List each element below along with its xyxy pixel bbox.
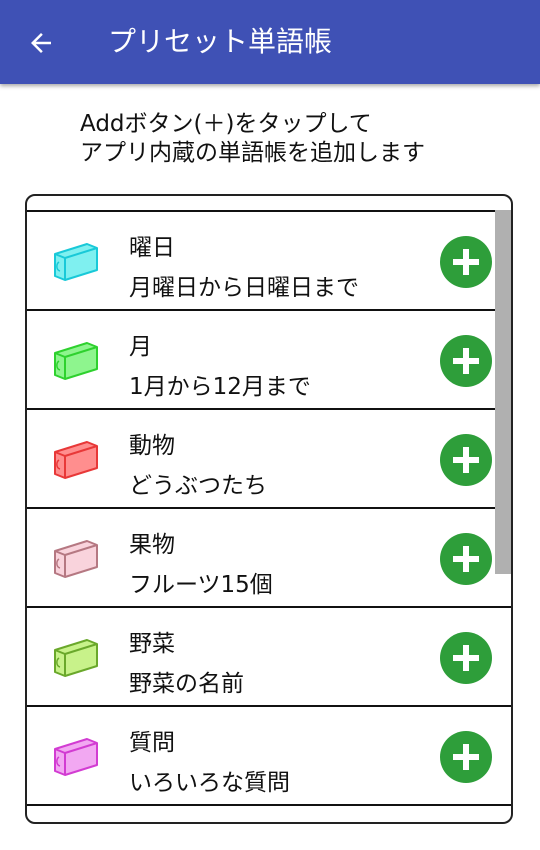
lime-book-icon [51,636,101,680]
list-item: 月 1月から12月まで [27,309,511,408]
plus-icon [453,447,479,473]
book-subtitle: 1月から12月まで [129,374,311,400]
book-title: 月 [129,334,152,360]
add-button[interactable] [440,236,492,288]
book-subtitle: 野菜の名前 [129,671,244,697]
book-subtitle: どうぶつたち [129,473,267,499]
list-item: 質問 いろいろな質問 [27,705,511,806]
add-button[interactable] [440,434,492,486]
plus-icon [453,744,479,770]
plus-icon [453,546,479,572]
back-button[interactable] [18,20,64,66]
book-title: 動物 [129,433,175,459]
red-book-icon [51,438,101,482]
arrow-left-icon [31,33,51,53]
list-item: 野菜 野菜の名前 [27,606,511,705]
book-subtitle: いろいろな質問 [129,770,290,796]
cyan-book-icon [51,240,101,284]
instructions-line-2: アプリ内蔵の単語帳を追加します [80,140,425,166]
add-button[interactable] [440,731,492,783]
book-title: 野菜 [129,631,175,657]
magenta-book-icon [51,735,101,779]
app-bar: プリセット単語帳 [0,0,540,84]
pink-book-icon [51,537,101,581]
book-title: 曜日 [129,235,175,261]
instructions-line-1: Addボタン(＋)をタップして [80,111,372,137]
scrollbar[interactable] [495,210,511,574]
list-item: 曜日月曜日から日曜日まで [27,210,511,309]
preset-list-items: 曜日月曜日から日曜日まで月 1月から12月まで 動物どうぶつたち 果物フルーツ15個野… [27,210,511,806]
page-title: プリセット単語帳 [108,25,333,58]
add-button[interactable] [440,632,492,684]
preset-list[interactable]: 曜日月曜日から日曜日まで月 1月から12月まで 動物どうぶつたち 果物フルーツ15個野… [25,194,513,824]
instructions-text: Addボタン(＋)をタップして アプリ内蔵の単語帳を追加します [80,110,520,168]
book-subtitle: 月曜日から日曜日まで [129,275,359,301]
plus-icon [453,348,479,374]
green-book-icon [51,339,101,383]
list-item: 果物フルーツ15個 [27,507,511,606]
book-subtitle: フルーツ15個 [129,572,273,598]
plus-icon [453,249,479,275]
book-title: 果物 [129,532,175,558]
add-button[interactable] [440,533,492,585]
add-button[interactable] [440,335,492,387]
plus-icon [453,645,479,671]
book-title: 質問 [129,730,175,756]
list-item: 動物 どうぶつたち [27,408,511,507]
